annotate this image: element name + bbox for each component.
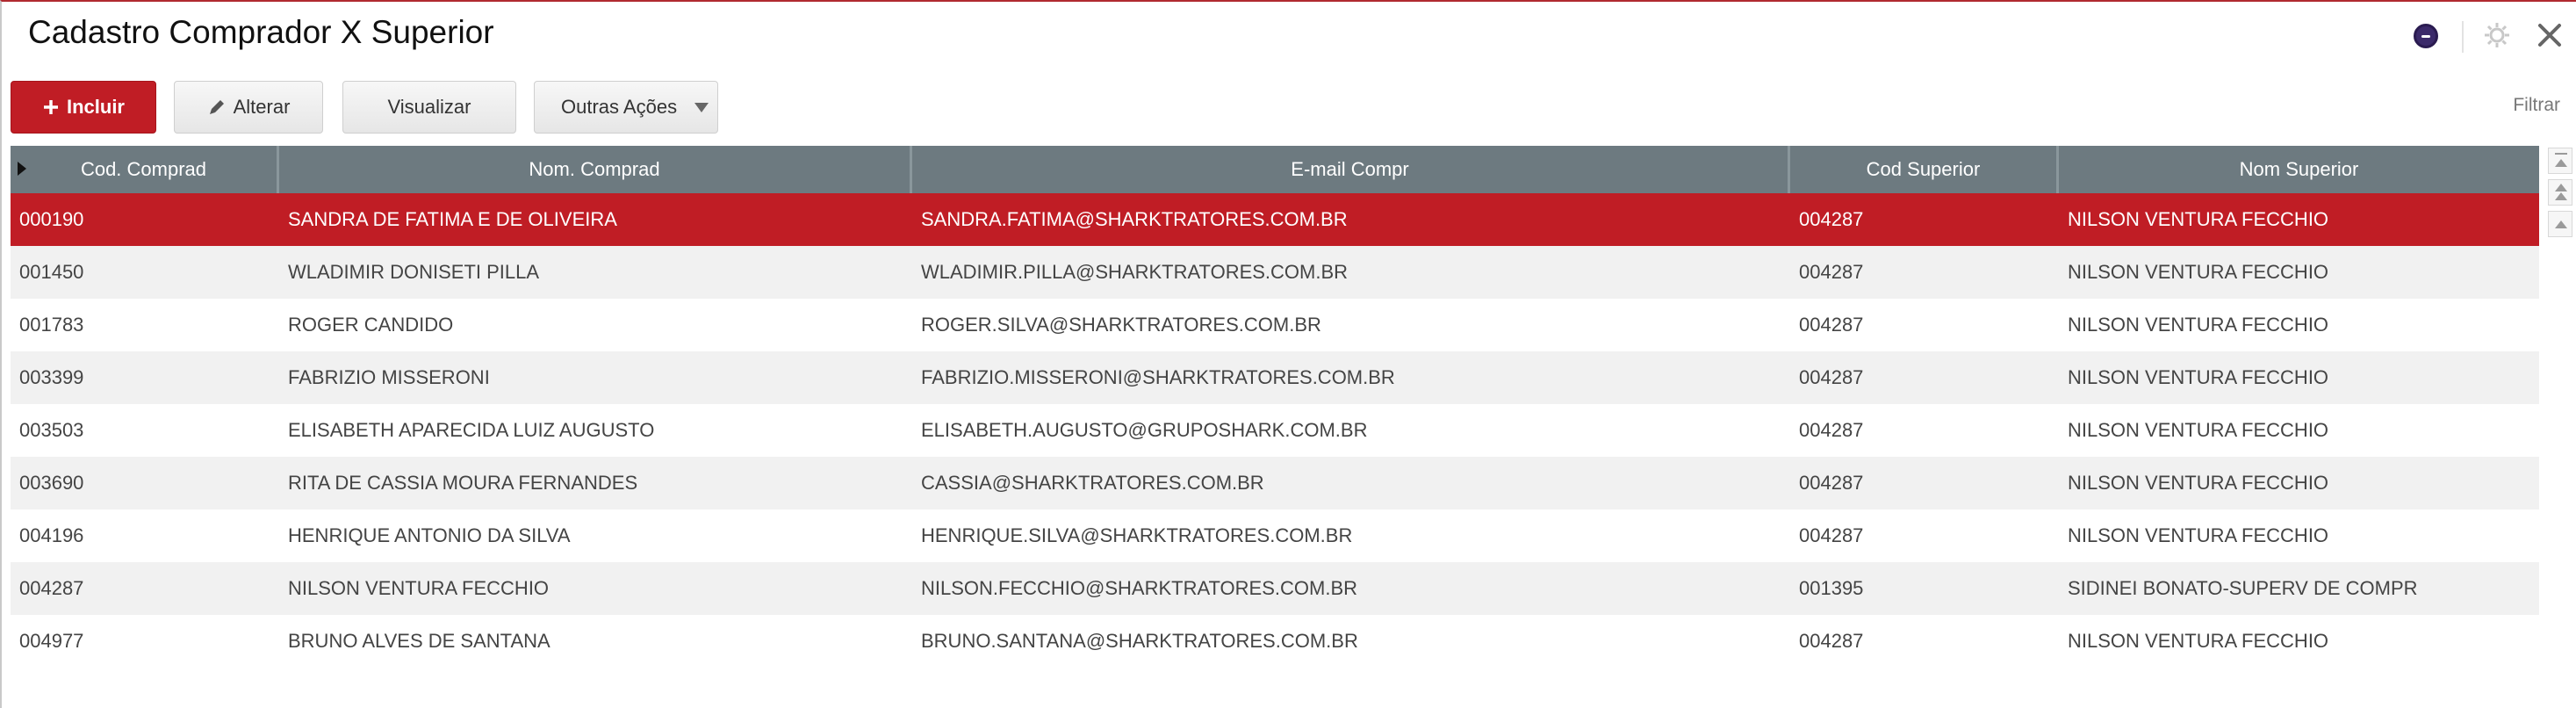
- cell-cod-comprad: 003503: [19, 419, 84, 441]
- visualizar-label: Visualizar: [387, 96, 471, 118]
- plus-icon: [43, 100, 58, 114]
- cell-nom-comprad: FABRIZIO MISSERONI: [288, 366, 490, 388]
- cell-cod-superior: 004287: [1799, 366, 1864, 388]
- cell-cod-comprad: 004977: [19, 630, 84, 652]
- cell-cod-superior: 004287: [1799, 419, 1864, 441]
- cell-nom-comprad: HENRIQUE ANTONIO DA SILVA: [288, 524, 571, 546]
- table-row[interactable]: 003503 ELISABETH APARECIDA LUIZ AUGUSTO EL…: [11, 404, 2539, 457]
- cell-nom-comprad: RITA DE CASSIA MOURA FERNANDES: [288, 472, 638, 494]
- filter-link[interactable]: Filtrar: [2513, 95, 2560, 116]
- pencil-icon: [209, 100, 224, 114]
- column-header-label: Cod. Comprad: [80, 158, 207, 180]
- cell-cod-superior: 004287: [1799, 524, 1864, 546]
- cell-nom-superior: NILSON VENTURA FECCHIO: [2068, 366, 2329, 388]
- cell-nom-superior: NILSON VENTURA FECCHIO: [2068, 261, 2329, 283]
- column-header-cod-superior[interactable]: Cod Superior: [1790, 146, 2059, 193]
- column-header-label: Cod Superior: [1866, 158, 1981, 180]
- cell-cod-comprad: 000190: [19, 208, 84, 230]
- cell-cod-comprad: 004287: [19, 577, 84, 599]
- cell-nom-superior: NILSON VENTURA FECCHIO: [2068, 630, 2329, 652]
- table-row[interactable]: 004977 BRUNO ALVES DE SANTANA BRUNO.SANTAN…: [11, 615, 2539, 668]
- cell-cod-superior: 004287: [1799, 261, 1864, 283]
- cell-cod-comprad: 003399: [19, 366, 84, 388]
- column-header-label: Nom Superior: [2239, 158, 2359, 180]
- cell-cod-superior: 004287: [1799, 314, 1864, 336]
- cell-nom-comprad: WLADIMIR DONISETI PILLA: [288, 261, 540, 283]
- cell-email: BRUNO.SANTANA@SHARKTRATORES.COM.BR: [921, 630, 1358, 652]
- cell-nom-superior: NILSON VENTURA FECCHIO: [2068, 208, 2329, 230]
- outras-acoes-label: Outras Ações: [561, 96, 678, 118]
- column-header-nom-comprad[interactable]: Nom. Comprad: [279, 146, 912, 193]
- table-row[interactable]: 001450 WLADIMIR DONISETI PILLA WLADIMIR.PI…: [11, 246, 2539, 299]
- table-row[interactable]: 001783 ROGER CANDIDO ROGER.SILVA@SHARKTRAT…: [11, 299, 2539, 351]
- divider: [2462, 21, 2464, 53]
- cell-nom-comprad: BRUNO ALVES DE SANTANA: [288, 630, 550, 652]
- grid-header: Cod. Comprad Nom. Comprad E-mail Compr C…: [11, 146, 2539, 193]
- incluir-button[interactable]: Incluir: [11, 81, 156, 134]
- chevron-down-icon: [694, 103, 709, 112]
- alterar-label: Alterar: [233, 96, 291, 118]
- incluir-label: Incluir: [66, 96, 125, 118]
- visualizar-button[interactable]: Visualizar: [342, 81, 516, 134]
- column-header-nom-superior[interactable]: Nom Superior: [2059, 146, 2539, 193]
- table-row[interactable]: 004196 HENRIQUE ANTONIO DA SILVA HENRIQUE.…: [11, 509, 2539, 562]
- cell-nom-superior: SIDINEI BONATO-SUPERV DE COMPR: [2068, 577, 2418, 599]
- gear-icon[interactable]: [2479, 18, 2515, 53]
- scroll-top-icon[interactable]: [2548, 148, 2572, 174]
- table-row[interactable]: 004287 NILSON VENTURA FECCHIO NILSON.FECCH…: [11, 562, 2539, 615]
- cell-cod-superior: 004287: [1799, 472, 1864, 494]
- cell-cod-comprad: 001450: [19, 261, 84, 283]
- cell-email: ROGER.SILVA@SHARKTRATORES.COM.BR: [921, 314, 1321, 336]
- column-header-cod-comprad[interactable]: Cod. Comprad: [11, 146, 279, 193]
- cell-nom-comprad: NILSON VENTURA FECCHIO: [288, 577, 550, 599]
- cell-cod-superior: 001395: [1799, 577, 1864, 599]
- cell-cod-comprad: 001783: [19, 314, 84, 336]
- table-row[interactable]: 003690 RITA DE CASSIA MOURA FERNANDES CASS…: [11, 457, 2539, 509]
- column-header-label: Nom. Comprad: [529, 158, 660, 180]
- column-header-label: E-mail Compr: [1291, 158, 1409, 180]
- cell-email: NILSON.FECCHIO@SHARKTRATORES.COM.BR: [921, 577, 1358, 599]
- alterar-button[interactable]: Alterar: [174, 81, 323, 134]
- cell-cod-superior: 004287: [1799, 208, 1864, 230]
- scroll-up-icon[interactable]: [2548, 211, 2572, 237]
- vertical-scrollbar[interactable]: [2543, 146, 2576, 251]
- cell-email: WLADIMIR.PILLA@SHARKTRATORES.COM.BR: [921, 261, 1349, 283]
- outras-acoes-dropdown[interactable]: Outras Ações: [534, 81, 718, 134]
- data-grid: Cod. Comprad Nom. Comprad E-mail Compr C…: [11, 146, 2539, 668]
- cell-cod-comprad: 003690: [19, 472, 84, 494]
- cell-cod-comprad: 004196: [19, 524, 84, 546]
- status-icon[interactable]: [2414, 24, 2438, 48]
- cell-cod-superior: 004287: [1799, 630, 1864, 652]
- scroll-page-up-icon[interactable]: [2548, 179, 2572, 206]
- cell-nom-comprad: ROGER CANDIDO: [288, 314, 454, 336]
- cell-nom-comprad: ELISABETH APARECIDA LUIZ AUGUSTO: [288, 419, 655, 441]
- cell-email: SANDRA.FATIMA@SHARKTRATORES.COM.BR: [921, 208, 1348, 230]
- page-title: Cadastro Comprador X Superior: [28, 14, 494, 50]
- cell-nom-superior: NILSON VENTURA FECCHIO: [2068, 472, 2329, 494]
- grid-body: 000190 SANDRA DE FATIMA E DE OLIVEIRA SAND…: [11, 193, 2539, 668]
- cell-email: CASSIA@SHARKTRATORES.COM.BR: [921, 472, 1264, 494]
- cell-nom-superior: NILSON VENTURA FECCHIO: [2068, 314, 2329, 336]
- table-row[interactable]: 003399 FABRIZIO MISSERONI FABRIZIO.MISSERO…: [11, 351, 2539, 404]
- close-icon[interactable]: [2532, 18, 2567, 53]
- cell-nom-superior: NILSON VENTURA FECCHIO: [2068, 419, 2329, 441]
- cell-nom-superior: NILSON VENTURA FECCHIO: [2068, 524, 2329, 546]
- cell-email: ELISABETH.AUGUSTO@GRUPOSHARK.COM.BR: [921, 419, 1368, 441]
- expand-icon[interactable]: [18, 162, 26, 176]
- cell-email: HENRIQUE.SILVA@SHARKTRATORES.COM.BR: [921, 524, 1353, 546]
- cell-email: FABRIZIO.MISSERONI@SHARKTRATORES.COM.BR: [921, 366, 1395, 388]
- table-row[interactable]: 000190 SANDRA DE FATIMA E DE OLIVEIRA SAND…: [11, 193, 2539, 246]
- column-header-email[interactable]: E-mail Compr: [912, 146, 1790, 193]
- cell-nom-comprad: SANDRA DE FATIMA E DE OLIVEIRA: [288, 208, 617, 230]
